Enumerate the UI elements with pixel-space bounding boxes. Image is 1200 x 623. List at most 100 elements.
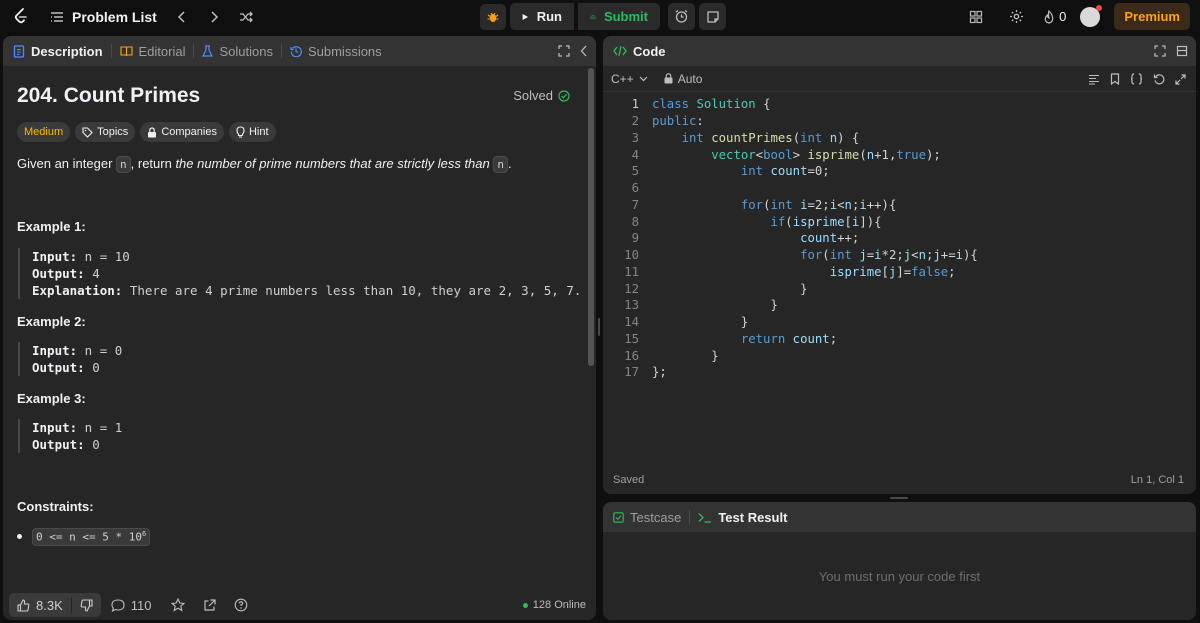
difficulty-badge: Medium	[17, 122, 71, 142]
code-text: class Solution {	[652, 97, 771, 112]
restore-icon[interactable]	[1176, 45, 1188, 57]
maximize-icon[interactable]	[1154, 45, 1166, 57]
problem-list-button[interactable]: Problem List	[50, 9, 157, 25]
companies-tag[interactable]: Companies	[140, 122, 224, 142]
test-tabbar: Testcase Test Result	[603, 502, 1196, 532]
avatar[interactable]	[1080, 4, 1103, 27]
layout-button[interactable]	[963, 4, 989, 30]
code-line[interactable]: 5 int count=0;	[603, 163, 1196, 180]
lock-icon	[148, 126, 157, 137]
code-line[interactable]: 13 }	[603, 297, 1196, 314]
braces-icon[interactable]	[1130, 73, 1143, 85]
example-output-row: Output: 4	[32, 265, 581, 282]
submit-button[interactable]: Submit	[578, 3, 660, 30]
leetcode-logo-icon[interactable]	[12, 7, 30, 25]
prev-problem-button[interactable]	[169, 4, 195, 30]
tab-code[interactable]: Code	[613, 44, 666, 59]
code-editor[interactable]: 1 class Solution {2 public: 3 int countPrim…	[603, 96, 1196, 466]
run-label: Run	[536, 9, 562, 24]
comment-icon	[111, 598, 125, 612]
tab-solutions[interactable]: Solutions	[202, 43, 273, 59]
tab-submissions[interactable]: Submissions	[290, 44, 382, 59]
tab-description[interactable]: Description	[13, 44, 103, 59]
collapse-icon[interactable]	[580, 45, 588, 57]
example-3-block: Input: n = 1 Output: 0	[18, 419, 122, 453]
code-line[interactable]: 10 for(int j=i*2;j<n;j+=i){	[603, 247, 1196, 264]
topics-label: Topics	[97, 126, 129, 138]
notes-button[interactable]	[699, 3, 726, 30]
input-label: Input:	[32, 343, 78, 358]
code-line[interactable]: 8 if(isprime[i]){	[603, 213, 1196, 230]
play-icon	[522, 13, 529, 20]
autocomplete-mode[interactable]: Auto	[664, 72, 702, 86]
vertical-resize-handle[interactable]	[598, 318, 600, 336]
bullet	[17, 534, 22, 540]
tab-solutions-label: Solutions	[219, 43, 273, 59]
code-line[interactable]: 11 isprime[j]=false;	[603, 264, 1196, 281]
example-input-row: Input: n = 0	[32, 342, 122, 359]
dislike-button[interactable]	[72, 598, 101, 612]
streak-counter[interactable]: 0	[1043, 9, 1066, 24]
star-icon[interactable]	[171, 598, 186, 612]
hint-tag[interactable]: Hint	[228, 122, 276, 142]
fullscreen-icon[interactable]	[1175, 73, 1186, 85]
premium-button[interactable]: Premium	[1114, 3, 1190, 30]
tab-editorial[interactable]: Editorial	[119, 43, 186, 59]
check-circle-icon	[558, 89, 570, 102]
code-line[interactable]: 4 vector<bool> isprime(n+1,true);	[603, 146, 1196, 163]
description-scrollbar[interactable]	[588, 68, 594, 366]
tab-editorial-label: Editorial	[138, 43, 186, 59]
line-number: 5	[631, 164, 639, 179]
code-text: for(int j=i*2;j<n;j+=i){	[800, 248, 978, 263]
code-line[interactable]: 3 int countPrimes(int n) {	[603, 130, 1196, 147]
language-select[interactable]: C++	[611, 72, 648, 86]
reset-icon[interactable]	[1153, 73, 1165, 85]
code-line[interactable]: 2 public:	[603, 113, 1196, 130]
run-button[interactable]: Run	[510, 3, 574, 30]
maximize-icon[interactable]	[558, 45, 570, 57]
timer-button[interactable]	[668, 3, 695, 30]
save-status: Saved	[613, 474, 645, 486]
line-number: 2	[631, 114, 639, 129]
debug-button[interactable]	[480, 3, 506, 30]
like-count: 8.3K	[36, 597, 63, 613]
share-icon[interactable]	[203, 598, 217, 612]
solved-status: Solved	[513, 88, 570, 103]
code-text: int countPrimes(int n) {	[681, 130, 860, 145]
problem-title[interactable]: 204. Count Primes	[17, 84, 200, 108]
code-line[interactable]: 15 return count;	[603, 331, 1196, 348]
code-line[interactable]: 12 }	[603, 280, 1196, 297]
code-line[interactable]: 14 }	[603, 314, 1196, 331]
example-output-row: Output: 0	[32, 436, 122, 453]
difficulty-label: Medium	[24, 126, 64, 138]
bug-icon	[487, 12, 499, 22]
like-button[interactable]: 8.3K	[9, 598, 71, 613]
tab-test-result[interactable]: Test Result	[698, 510, 787, 525]
line-number: 4	[631, 147, 639, 162]
horizontal-resize-handle[interactable]	[890, 497, 908, 499]
code-line[interactable]: 1 class Solution {	[603, 96, 1196, 113]
bookmark-icon[interactable]	[1110, 73, 1120, 85]
tab-separator	[280, 44, 282, 58]
code-tabbar: Code	[603, 36, 1196, 66]
code-text: return count;	[740, 331, 838, 346]
code-line[interactable]: 7 for(int i=2;i<n;i++){	[603, 197, 1196, 214]
random-problem-button[interactable]	[233, 4, 259, 30]
topics-tag[interactable]: Topics	[75, 122, 136, 142]
tab-testcase[interactable]: Testcase	[613, 510, 681, 525]
output-label: Output:	[32, 266, 85, 281]
code-line[interactable]: 9 count++;	[603, 230, 1196, 247]
format-icon[interactable]	[1088, 74, 1100, 85]
code-brackets-icon	[613, 45, 627, 57]
example-2-block: Input: n = 0 Output: 0	[18, 342, 122, 376]
help-icon[interactable]	[234, 598, 248, 612]
cloud-upload-icon	[590, 14, 596, 19]
code-line[interactable]: 16 }	[603, 347, 1196, 364]
code-line[interactable]: 6	[603, 180, 1196, 197]
code-line[interactable]: 17};	[603, 364, 1196, 381]
next-problem-button[interactable]	[201, 4, 227, 30]
comments-button[interactable]: 110	[111, 598, 151, 613]
settings-button[interactable]	[1003, 4, 1029, 30]
statement-text: Given an integer	[17, 156, 117, 171]
statement-italic: the number of prime numbers that are str…	[175, 156, 494, 171]
